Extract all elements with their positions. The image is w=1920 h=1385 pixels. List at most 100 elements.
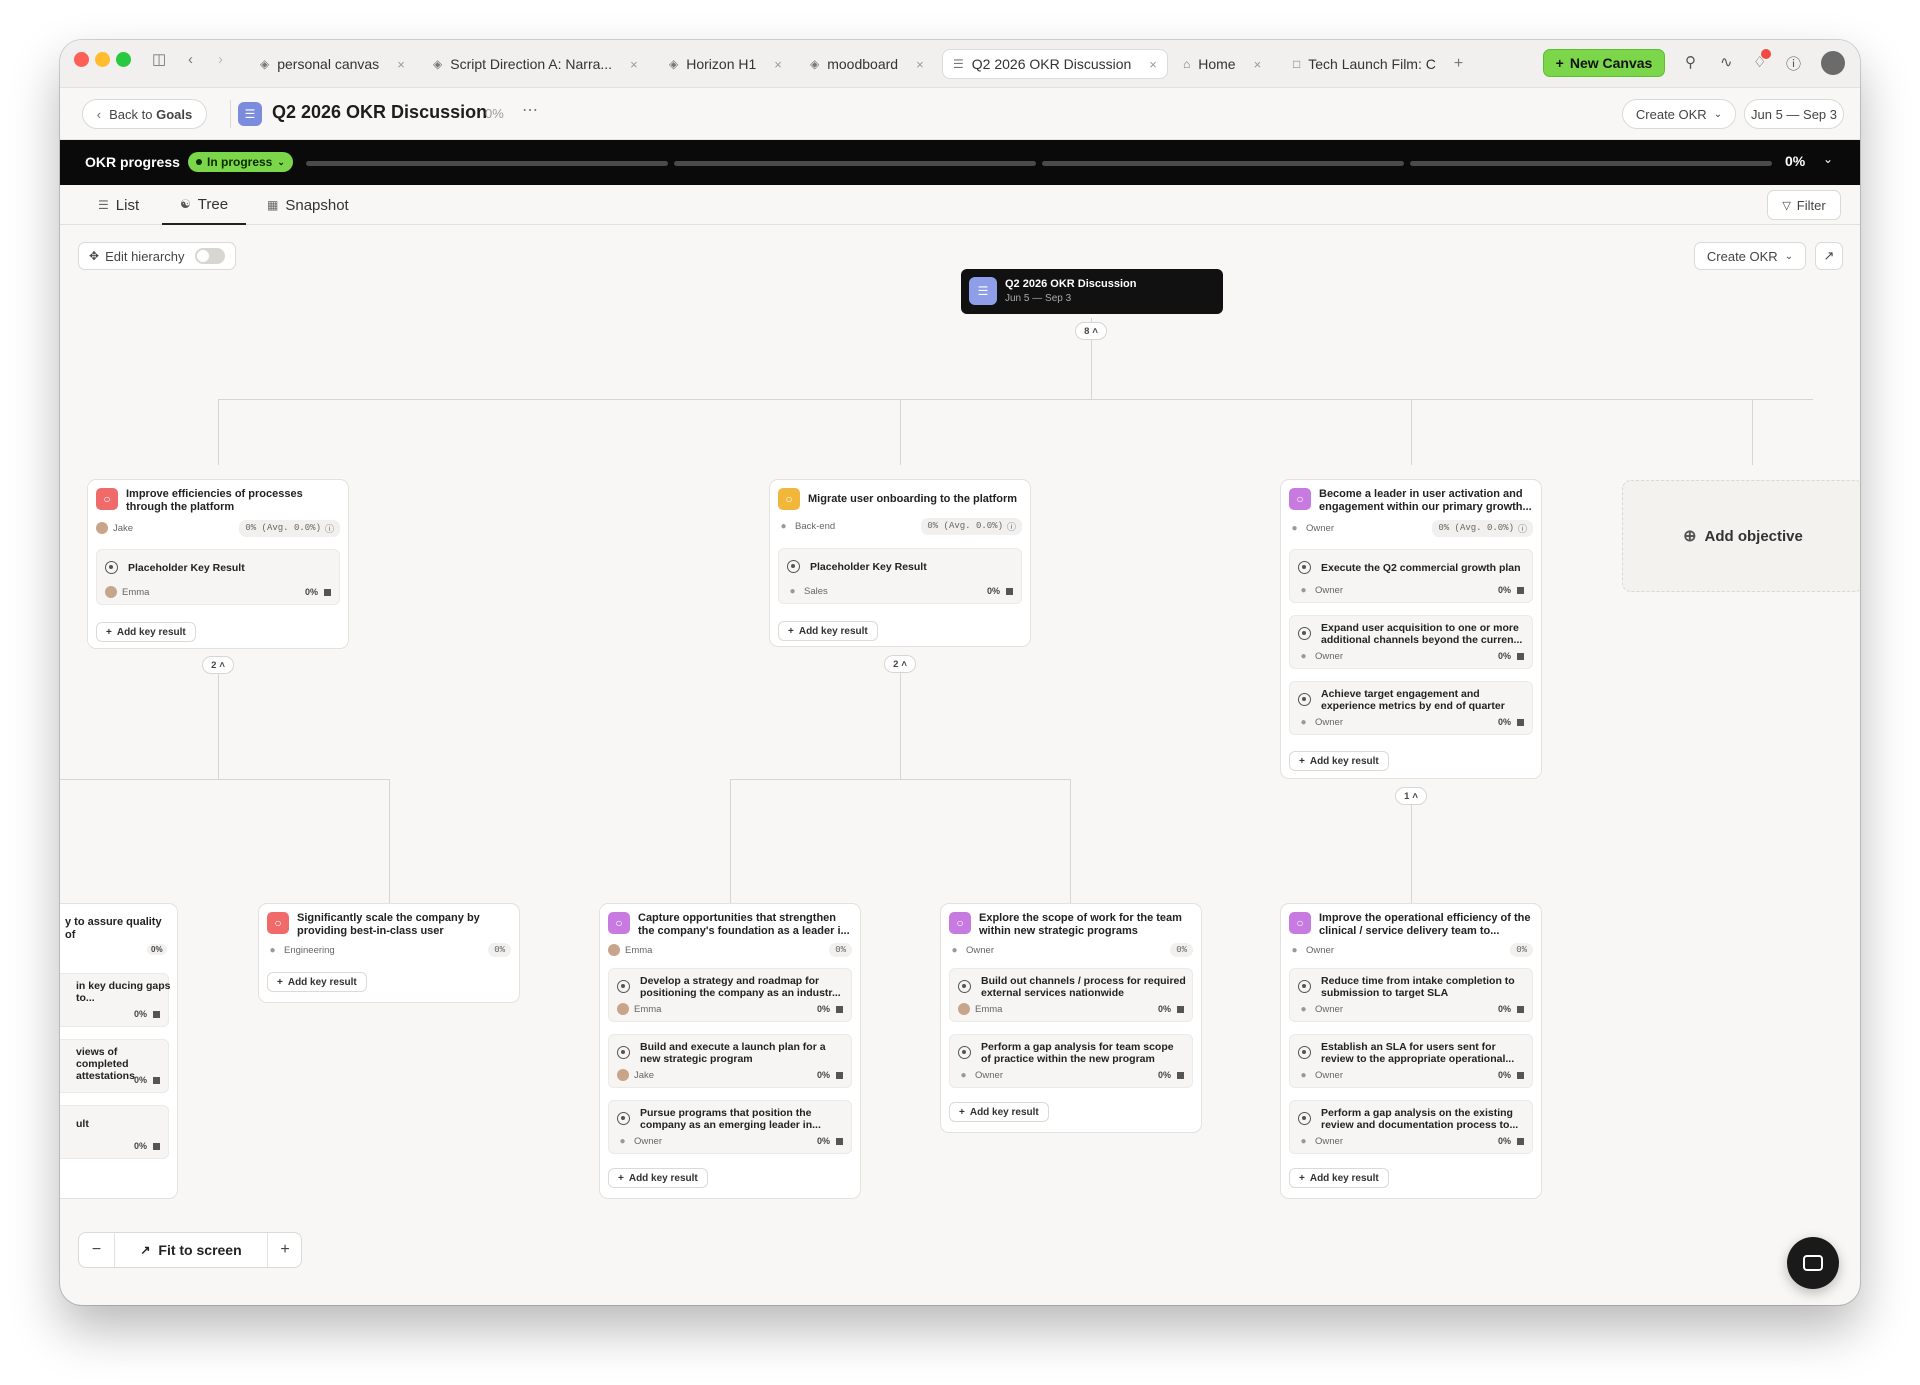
edit-hierarchy-toggle[interactable]: ✥ Edit hierarchy: [78, 242, 236, 270]
forward-nav-icon[interactable]: ›: [218, 51, 223, 69]
objective-card[interactable]: ○ Become a leader in user activation and …: [1280, 479, 1542, 779]
progress-segment: [1042, 161, 1404, 166]
add-key-result-button[interactable]: + Add key result: [96, 622, 196, 642]
target-icon: [617, 1046, 630, 1059]
tab-tech-launch[interactable]: □ Tech Launch Film: C +: [1293, 49, 1463, 79]
zoom-in-button[interactable]: +: [267, 1233, 302, 1267]
key-result-card[interactable]: Perform a gap analysis for team scope of…: [949, 1034, 1193, 1088]
back-nav-icon[interactable]: ‹: [188, 51, 193, 69]
create-okr-canvas-dropdown[interactable]: Create OKR ⌄: [1694, 242, 1806, 270]
objective-card[interactable]: y to assure quality of 0% in key ducing …: [60, 903, 178, 1199]
add-key-result-button[interactable]: + Add key result: [267, 972, 367, 992]
date-range-button[interactable]: Jun 5 — Sep 3: [1744, 99, 1844, 129]
target-icon: [1298, 1112, 1311, 1125]
tab-snapshot[interactable]: ▦ Snapshot: [267, 185, 349, 225]
tab-close-icon[interactable]: ×: [630, 57, 638, 72]
page-title: Q2 2026 OKR Discussion: [272, 102, 488, 122]
tab-tree[interactable]: ☯ Tree: [162, 185, 247, 225]
key-result-card[interactable]: Execute the Q2 commercial growth plan ● Ow…: [1289, 549, 1533, 603]
zoom-out-button[interactable]: −: [79, 1233, 115, 1267]
tab-list[interactable]: ☰ List: [98, 185, 139, 225]
add-objective-button[interactable]: ⊕ Add objective: [1622, 480, 1860, 592]
key-result-card[interactable]: in key ducing gaps to... 0%: [60, 973, 171, 1027]
objective-card[interactable]: ○ Explore the scope of work for the team …: [940, 903, 1202, 1133]
expand-icon[interactable]: ↗: [1815, 242, 1843, 270]
objective-card[interactable]: ○ Improve efficiencies of processes throu…: [87, 479, 349, 649]
key-result-card[interactable]: Develop a strategy and roadmap for posit…: [608, 968, 852, 1022]
new-canvas-button[interactable]: + New Canvas: [1543, 49, 1665, 77]
okr-list-icon: ☰: [969, 277, 997, 305]
tab-moodboard[interactable]: ◈ moodboard ×: [810, 49, 924, 79]
team-icon: ●: [780, 520, 787, 532]
key-result-card[interactable]: Reduce time from intake completion to su…: [1289, 968, 1533, 1022]
key-result-card[interactable]: ult 0%: [60, 1105, 169, 1159]
key-result-card[interactable]: Placeholder Key Result Emma 0%: [96, 549, 340, 605]
person-icon: ●: [1300, 584, 1307, 596]
target-icon: [787, 560, 800, 573]
layers-icon: ◈: [810, 57, 820, 71]
add-key-result-button[interactable]: + Add key result: [1289, 1168, 1389, 1188]
key-result-card[interactable]: Perform a gap analysis on the existing r…: [1289, 1100, 1533, 1154]
key-result-card[interactable]: Achieve target engagement and experience…: [1289, 681, 1533, 735]
filter-button[interactable]: ▽ Filter: [1767, 190, 1841, 220]
fit-to-screen-button[interactable]: ↗ Fit to screen: [115, 1233, 267, 1267]
tab-q2-okr[interactable]: ☰ Q2 2026 OKR Discussion ×: [942, 49, 1168, 79]
expand-count-button[interactable]: 1 ˄: [1395, 787, 1427, 805]
key-result-card[interactable]: Establish an SLA for users sent for revi…: [1289, 1034, 1533, 1088]
new-tab-icon[interactable]: +: [1454, 55, 1463, 73]
key-result-card[interactable]: Build out channels / process for require…: [949, 968, 1193, 1022]
expand-count-button[interactable]: 2 ˄: [202, 656, 234, 674]
expand-count-button[interactable]: 8 ˄: [1075, 322, 1107, 340]
status-square: [1517, 1137, 1524, 1145]
add-key-result-button[interactable]: + Add key result: [608, 1168, 708, 1188]
create-okr-dropdown[interactable]: Create OKR ⌄: [1622, 99, 1736, 129]
search-icon[interactable]: ⚲: [1685, 53, 1696, 71]
key-result-card[interactable]: Pursue programs that position the compan…: [608, 1100, 852, 1154]
objective-card[interactable]: ○ Improve the operational efficiency of t…: [1280, 903, 1542, 1199]
tab-close-icon[interactable]: ×: [774, 57, 782, 72]
objective-card[interactable]: ○ Migrate user onboarding to the platform…: [769, 479, 1031, 647]
tab-close-icon[interactable]: ×: [1254, 57, 1262, 72]
add-key-result-button[interactable]: + Add key result: [949, 1102, 1049, 1122]
plus-icon: +: [1555, 55, 1564, 71]
add-key-result-button[interactable]: + Add key result: [778, 621, 878, 641]
layers-icon: ◈: [260, 57, 270, 71]
tab-personal-canvas[interactable]: ◈ personal canvas ×: [260, 49, 405, 79]
plus-icon: +: [1299, 1172, 1305, 1184]
status-square: [1177, 1071, 1184, 1079]
close-window-button[interactable]: [74, 52, 89, 67]
user-avatar[interactable]: [1821, 51, 1845, 75]
target-icon: [958, 980, 971, 993]
key-result-card[interactable]: Placeholder Key Result ● Sales 0%: [778, 548, 1022, 604]
add-key-result-button[interactable]: + Add key result: [1289, 751, 1389, 771]
objective-card[interactable]: ○ Significantly scale the company by prov…: [258, 903, 520, 1003]
tab-script-direction[interactable]: ◈ Script Direction A: Narra... ×: [433, 49, 638, 79]
activity-icon[interactable]: ∿: [1720, 53, 1733, 71]
person-icon: ●: [619, 1135, 626, 1147]
root-node[interactable]: ☰ Q2 2026 OKR Discussion Jun 5 — Sep 3: [961, 269, 1223, 314]
status-badge[interactable]: In progress ⌄: [188, 152, 293, 172]
back-to-goals-button[interactable]: ‹ Back to Goals: [82, 99, 207, 129]
chat-button[interactable]: [1787, 1237, 1839, 1289]
tab-home[interactable]: ⌂ Home ×: [1183, 49, 1261, 79]
tab-close-icon[interactable]: ×: [916, 57, 924, 72]
more-options-icon[interactable]: ⋯: [522, 100, 538, 120]
tab-close-icon[interactable]: ×: [1149, 57, 1157, 72]
move-icon: ✥: [89, 249, 100, 263]
tab-horizon-h1[interactable]: ◈ Horizon H1 ×: [669, 49, 782, 79]
zoom-window-button[interactable]: [116, 52, 131, 67]
key-result-card[interactable]: Build and execute a launch plan for a ne…: [608, 1034, 852, 1088]
chevron-down-icon[interactable]: ⌄: [1823, 152, 1833, 166]
help-icon[interactable]: ⓘ: [1786, 53, 1801, 74]
toggle-switch[interactable]: [194, 248, 225, 264]
list-icon: ☰: [98, 198, 109, 212]
expand-count-button[interactable]: 2 ˄: [884, 655, 916, 673]
key-result-card[interactable]: views of completed attestations 0%: [60, 1039, 169, 1093]
minimize-window-button[interactable]: [95, 52, 110, 67]
tab-close-icon[interactable]: ×: [397, 57, 405, 72]
objective-card[interactable]: ○ Capture opportunities that strengthen t…: [599, 903, 861, 1199]
chat-icon: [1803, 1255, 1823, 1271]
key-result-card[interactable]: Expand user acquisition to one or more a…: [1289, 615, 1533, 669]
view-tabs: ☰ List ☯ Tree ▦ Snapshot ▽ Filter: [60, 185, 1860, 225]
sidebar-toggle-icon[interactable]: ◫: [152, 51, 166, 69]
